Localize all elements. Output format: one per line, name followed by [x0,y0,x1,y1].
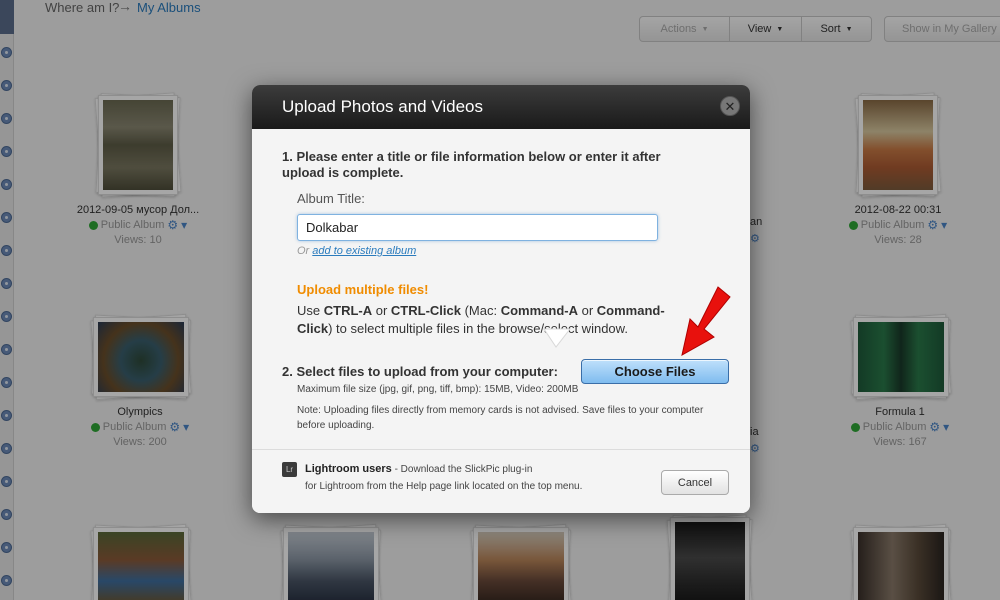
choose-files-button[interactable]: Choose Files [581,359,729,384]
dialog-header: Upload Photos and Videos [252,85,750,129]
multiple-files-instructions: Use CTRL-A or CTRL-Click (Mac: Command-A… [297,303,665,336]
album-title-input[interactable] [297,214,658,241]
existing-album-line: Or add to existing album [297,245,417,257]
lightroom-promo: Lightroom users - Download the SlickPic … [305,463,533,475]
red-arrow-icon [681,286,731,356]
cancel-button[interactable]: Cancel [661,470,729,495]
close-icon[interactable]: ✕ [720,96,740,116]
max-file-size: Maximum file size (jpg, gif, png, tiff, … [297,384,579,395]
add-to-existing-album-link[interactable]: add to existing album [312,245,416,257]
upload-note: Note: Uploading files directly from memo… [297,405,704,431]
album-title-label: Album Title: [297,191,365,206]
step-1-instructions: 1. Please enter a title or file informat… [282,149,661,180]
lightroom-icon: Lr [282,462,297,477]
multiple-files-heading: Upload multiple files! [297,282,429,297]
tooltip-pointer-icon [543,328,572,348]
dialog-footer: Lr Lightroom users - Download the SlickP… [252,449,750,513]
dialog-title: Upload Photos and Videos [282,97,484,116]
step-2-instructions: 2. Select files to upload from your comp… [282,364,558,379]
lightroom-promo-line-2: for Lightroom from the Help page link lo… [305,481,583,492]
